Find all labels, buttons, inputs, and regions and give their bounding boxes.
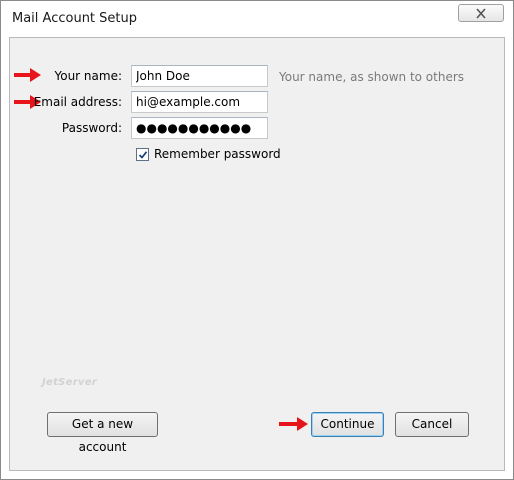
continue-button[interactable]: Continue <box>311 412 384 437</box>
title-bar: Mail Account Setup <box>1 1 513 37</box>
name-label: Your name: <box>54 69 122 83</box>
close-button[interactable] <box>458 4 504 22</box>
checkmark-icon <box>138 151 148 159</box>
cancel-button[interactable]: Cancel <box>395 412 469 437</box>
close-icon <box>476 8 486 19</box>
get-new-account-button[interactable]: Get a new account <box>47 412 158 454</box>
password-input[interactable] <box>131 117 268 139</box>
window-title: Mail Account Setup <box>12 11 137 26</box>
annotation-arrow-icon <box>279 417 308 431</box>
name-hint: Your name, as shown to others <box>279 70 465 84</box>
remember-password-checkbox[interactable] <box>136 148 149 161</box>
dialog-content: Your name: Your name, as shown to others… <box>9 37 505 471</box>
mail-account-setup-dialog: Mail Account Setup Your name: Your name,… <box>0 0 514 480</box>
jetserver-watermark: JetServer <box>42 377 98 388</box>
name-input[interactable] <box>131 65 268 87</box>
email-label: Email address: <box>33 95 122 109</box>
remember-password-label: Remember password <box>154 147 281 161</box>
email-input[interactable] <box>131 91 268 113</box>
password-label: Password: <box>61 121 122 135</box>
